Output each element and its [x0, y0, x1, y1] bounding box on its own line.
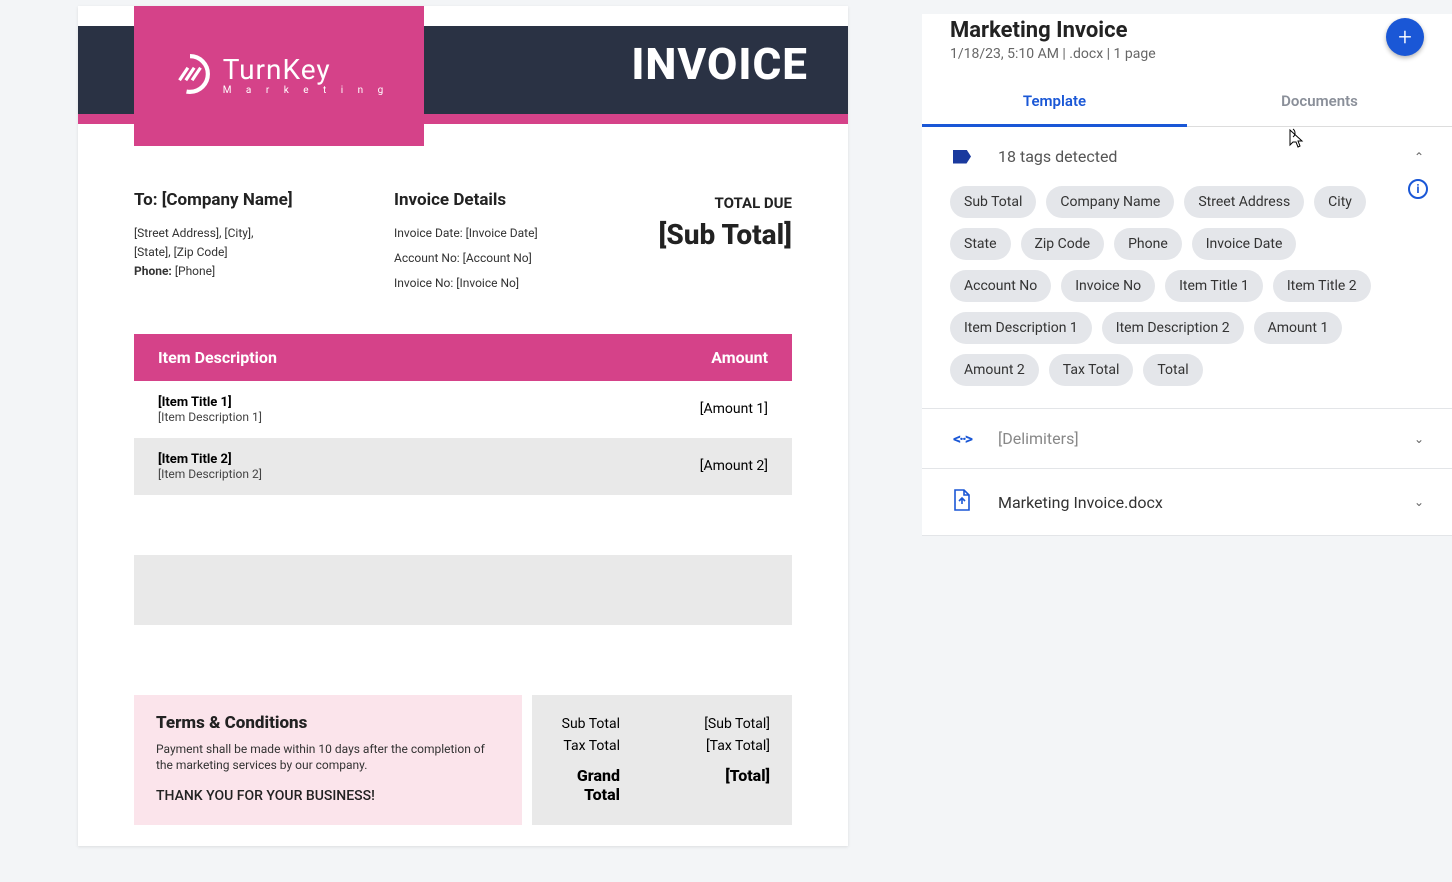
properties-panel: Marketing Invoice 1/18/23, 5:10 AM | .do… — [922, 14, 1452, 536]
invoice-details-title: Invoice Details — [394, 190, 614, 210]
invoice-document-preview: TurnKey M a r k e t i n g INVOICE To: [C… — [78, 6, 848, 846]
address-line-2: [State], [Zip Code] — [134, 243, 374, 262]
chevron-down-icon: ⌄ — [1414, 432, 1424, 446]
tag-chip[interactable]: Street Address — [1184, 186, 1304, 218]
subtotal-value: [Sub Total] — [660, 716, 770, 732]
subtotal-label: Sub Total — [554, 716, 660, 732]
tag-chip[interactable]: Company Name — [1046, 186, 1174, 218]
total-due-label: TOTAL DUE — [634, 194, 792, 212]
tag-chip[interactable]: City — [1314, 186, 1366, 218]
tag-chip[interactable]: Sub Total — [950, 186, 1036, 218]
tag-chip[interactable]: Zip Code — [1021, 228, 1105, 260]
brand-block: TurnKey M a r k e t i n g — [134, 6, 424, 146]
table-row: [Item Title 1] [Item Description 1] [Amo… — [134, 381, 792, 438]
file-label: Marketing Invoice.docx — [998, 493, 1414, 512]
tag-chip[interactable]: Item Description 2 — [1102, 312, 1244, 344]
tag-chip[interactable]: Account No — [950, 270, 1051, 302]
tab-documents[interactable]: Documents — [1187, 78, 1452, 126]
delimiters-section-header[interactable]: <··> [Delimiters] ⌄ — [922, 409, 1452, 468]
item-desc-1: [Item Description 1] — [158, 410, 628, 424]
delimiters-label: [Delimiters] — [998, 429, 1414, 448]
tag-chip[interactable]: State — [950, 228, 1011, 260]
invoice-title: INVOICE — [631, 38, 808, 90]
brand-logo-icon — [169, 53, 211, 99]
chevron-up-icon: ⌃ — [1414, 150, 1424, 164]
tag-chip[interactable]: Invoice No — [1061, 270, 1155, 302]
delimiters-icon: <··> — [953, 429, 971, 448]
tag-chip[interactable]: Invoice Date — [1192, 228, 1297, 260]
grandtotal-label: Grand Total — [554, 766, 660, 804]
terms-body: Payment shall be made within 10 days aft… — [156, 741, 500, 775]
totals-box: Sub Total[Sub Total] Tax Total[Tax Total… — [532, 695, 792, 825]
add-button[interactable]: + — [1386, 18, 1424, 56]
invoice-no-line: Invoice No: [Invoice No] — [394, 274, 614, 293]
tags-section-header[interactable]: 18 tags detected ⌃ — [922, 127, 1452, 186]
address-line-1: [Street Address], [City], — [134, 224, 374, 243]
item-desc-2: [Item Description 2] — [158, 467, 628, 481]
tag-chip[interactable]: Tax Total — [1049, 354, 1134, 386]
file-icon — [953, 489, 971, 515]
tag-chip[interactable]: Item Description 1 — [950, 312, 1092, 344]
taxtotal-label: Tax Total — [554, 738, 660, 754]
table-header: Item Description Amount — [134, 334, 792, 381]
terms-box: Terms & Conditions Payment shall be made… — [134, 695, 522, 825]
invoice-date-line: Invoice Date: [Invoice Date] — [394, 224, 614, 243]
terms-title: Terms & Conditions — [156, 713, 500, 733]
total-due-value: [Sub Total] — [634, 218, 792, 251]
col-amount: Amount — [628, 348, 768, 367]
phone-label: Phone: — [134, 264, 172, 278]
taxtotal-value: [Tax Total] — [660, 738, 770, 754]
item-amount-2: [Amount 2] — [628, 458, 768, 474]
grandtotal-value: [Total] — [660, 766, 770, 804]
panel-title: Marketing Invoice — [950, 18, 1386, 43]
item-amount-1: [Amount 1] — [628, 401, 768, 417]
col-description: Item Description — [158, 348, 628, 367]
chevron-down-icon: ⌄ — [1414, 495, 1424, 509]
item-title-1: [Item Title 1] — [158, 395, 628, 410]
blank-strip — [134, 555, 792, 625]
tags-detected-label: 18 tags detected — [998, 147, 1414, 166]
file-section-header[interactable]: Marketing Invoice.docx ⌄ — [922, 469, 1452, 535]
panel-meta: 1/18/23, 5:10 AM | .docx | 1 page — [950, 46, 1386, 62]
to-label: To: [Company Name] — [134, 190, 374, 210]
account-no-line: Account No: [Account No] — [394, 249, 614, 268]
info-icon[interactable]: i — [1408, 179, 1428, 199]
thanks-text: THANK YOU FOR YOUR BUSINESS! — [156, 788, 500, 804]
brand-name: TurnKey — [223, 56, 390, 84]
tag-chip[interactable]: Item Title 1 — [1165, 270, 1263, 302]
plus-icon: + — [1398, 23, 1412, 51]
tag-chip[interactable]: Total — [1143, 354, 1202, 386]
tag-chip[interactable]: Amount 2 — [950, 354, 1039, 386]
brand-subtitle: M a r k e t i n g — [223, 86, 390, 96]
tag-chip[interactable]: Phone — [1114, 228, 1182, 260]
tag-icon — [953, 150, 971, 164]
table-row: [Item Title 2] [Item Description 2] [Amo… — [134, 438, 792, 495]
phone-value: [Phone] — [175, 264, 215, 278]
tab-template[interactable]: Template — [922, 78, 1187, 127]
tag-chip[interactable]: Amount 1 — [1254, 312, 1343, 344]
tag-chip[interactable]: Item Title 2 — [1273, 270, 1371, 302]
item-title-2: [Item Title 2] — [158, 452, 628, 467]
